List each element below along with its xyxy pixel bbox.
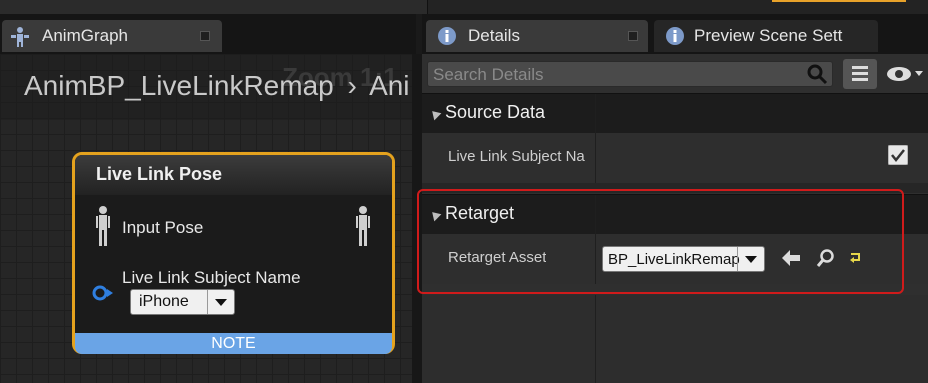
column-divider[interactable]	[595, 133, 596, 183]
breadcrumb-separator: ›	[347, 70, 357, 101]
search-placeholder: Search Details	[433, 65, 544, 84]
chevron-down-icon[interactable]	[207, 290, 234, 314]
tab-preview-scene-settings-label: Preview Scene Sett	[694, 26, 843, 45]
tab-preview-scene-settings[interactable]: Preview Scene Sett	[654, 20, 878, 52]
accent-strip	[772, 0, 906, 2]
section-title: Source Data	[445, 102, 546, 122]
node-header[interactable]: Live Link Pose	[75, 155, 392, 195]
subject-name-pin-icon[interactable]	[91, 284, 115, 307]
tab-details[interactable]: Details	[426, 20, 648, 52]
highlight-box	[417, 189, 904, 294]
column-divider	[595, 94, 596, 134]
input-pose-label: Input Pose	[122, 218, 204, 237]
close-icon[interactable]	[628, 31, 638, 41]
list-icon	[852, 66, 868, 87]
column-divider	[595, 295, 596, 383]
subject-name-label: Live Link Subject Name	[122, 268, 301, 287]
breadcrumb: AnimBP_LiveLinkRemap › Ani	[24, 70, 410, 102]
search-icon[interactable]	[806, 63, 828, 90]
subject-name-combo[interactable]: iPhone	[130, 289, 235, 315]
input-pose-pin-icon[interactable]	[95, 205, 111, 252]
live-link-pose-node[interactable]: Live Link Pose Input Pose Live Link Subj…	[72, 152, 395, 354]
close-icon[interactable]	[200, 31, 210, 41]
subject-name-value: iPhone	[139, 293, 189, 310]
tab-animgraph-label: AnimGraph	[42, 26, 128, 45]
property-row: Live Link Subject Na	[422, 133, 928, 183]
breadcrumb-root[interactable]: AnimBP_LiveLinkRemap	[24, 70, 334, 101]
details-empty-area	[422, 295, 928, 383]
breadcrumb-child[interactable]: Ani	[369, 70, 409, 101]
eye-icon[interactable]	[886, 65, 928, 88]
toolbar-strip	[427, 0, 928, 14]
top-strip	[0, 0, 928, 14]
node-title: Live Link Pose	[96, 164, 223, 184]
animgraph-icon	[8, 26, 32, 53]
checkbox[interactable]	[887, 144, 909, 170]
info-icon	[436, 25, 458, 52]
tab-animgraph[interactable]: AnimGraph	[2, 20, 222, 52]
view-options-button[interactable]	[843, 59, 877, 89]
property-label: Live Link Subject Na	[448, 148, 585, 165]
collapse-arrow-icon[interactable]	[428, 107, 442, 121]
tab-details-label: Details	[468, 26, 520, 45]
section-source-data[interactable]: Source Data	[422, 93, 928, 134]
info-icon	[664, 25, 686, 52]
output-pose-pin-icon[interactable]	[355, 205, 371, 252]
note-bar: NOTE	[75, 333, 392, 354]
